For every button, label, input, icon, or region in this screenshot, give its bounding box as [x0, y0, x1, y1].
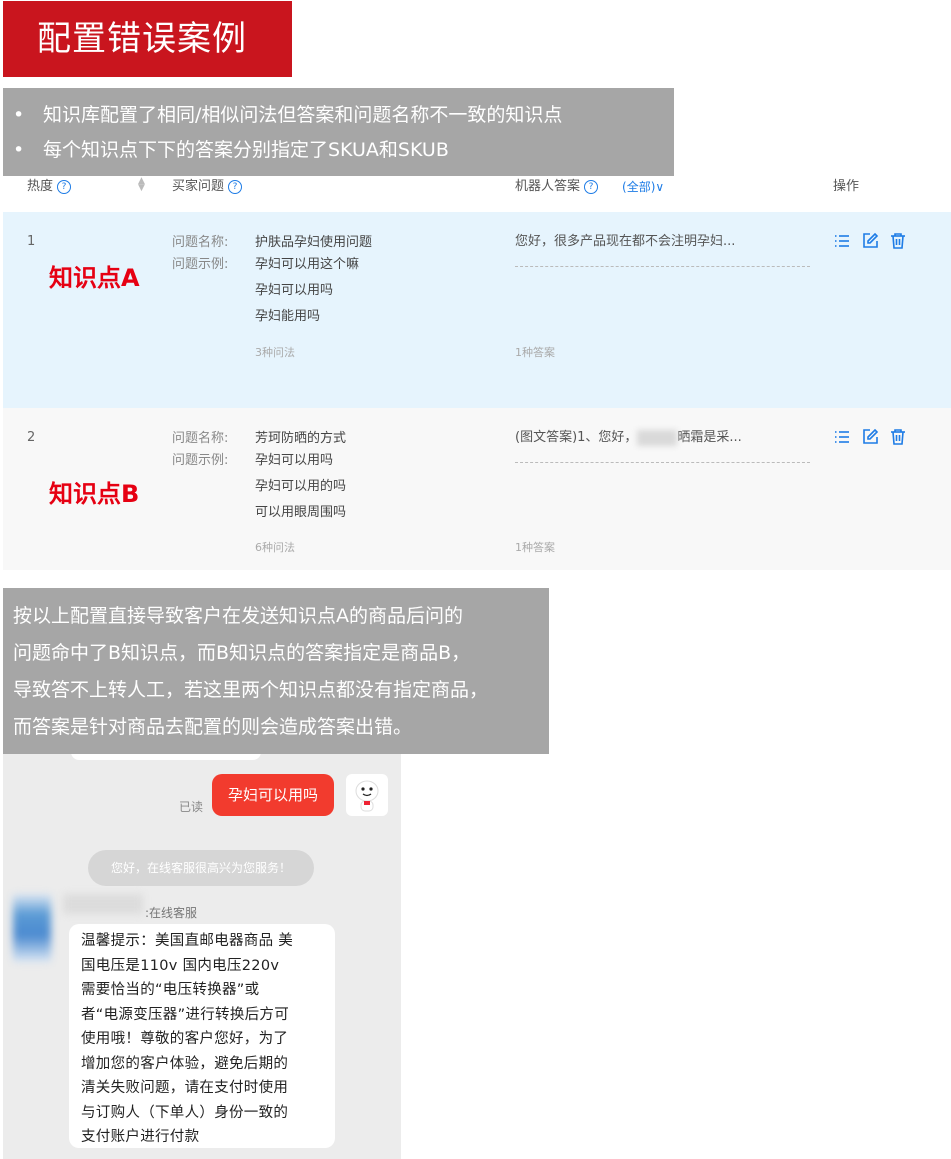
- note-item: • 每个知识点下下的答案分别指定了SKUA和SKUB: [13, 133, 674, 168]
- knowledge-point-tag: 知识点B: [49, 480, 140, 508]
- question-values: 芳珂防晒的方式 孕妇可以用吗 孕妇可以用的吗 可以用眼周围吗: [255, 428, 346, 528]
- read-receipt: 已读: [179, 800, 204, 814]
- notes-box: • 知识库配置了相同/相似问法但答案和问题名称不一致的知识点 • 每个知识点下下…: [3, 88, 674, 176]
- heat-header[interactable]: 热度 ?: [27, 177, 72, 197]
- agent-message-line: 清关失败问题，请在支付时使用: [81, 1080, 289, 1096]
- edit-icon[interactable]: [861, 428, 879, 446]
- help-icon[interactable]: ?: [584, 180, 599, 194]
- edit-icon[interactable]: [861, 232, 879, 250]
- answer-divider: [515, 462, 810, 463]
- question-labels: 问题名称: 问题示例:: [172, 232, 228, 276]
- question-name: 芳珂防晒的方式: [255, 431, 347, 446]
- row-heat: 2: [27, 430, 36, 445]
- question-count[interactable]: 6种问法: [255, 539, 295, 555]
- mascot-icon: [355, 780, 379, 812]
- question-example: 孕妇可以用吗: [255, 283, 334, 298]
- question-name-label: 问题名称:: [172, 235, 229, 250]
- agent-message-line: 使用哦！尊敬的客户您好，为了: [81, 1031, 289, 1047]
- robot-answer[interactable]: 您好，很多产品现在都不会注明孕妇...: [515, 232, 810, 252]
- question-example: 孕妇可以用这个嘛: [255, 257, 360, 272]
- agent-name: :在线客服: [145, 906, 198, 920]
- table-header: 热度 ? ▲ ▼ 买家问题 ? 机器人答案 ? (全部)∨ 操作: [3, 176, 951, 212]
- previous-message-bubble: [71, 754, 261, 760]
- list-icon[interactable]: [833, 232, 851, 250]
- system-message: 您好，在线客服很高兴为您服务！: [88, 850, 314, 886]
- heat-header-label: 热度: [27, 179, 54, 194]
- note-text: 知识库配置了相同/相似问法但答案和问题名称不一致的知识点: [43, 104, 563, 126]
- table-row: 1 知识点A 问题名称: 问题示例: 护肤品孕妇使用问题 孕妇可以用这个嘛 孕妇…: [3, 212, 951, 408]
- knowledge-point-tag: 知识点A: [49, 264, 140, 292]
- question-example: 孕妇能用吗: [255, 309, 321, 324]
- row-actions: [833, 232, 907, 250]
- question-header: 买家问题 ?: [172, 177, 243, 197]
- answer-count[interactable]: 1种答案: [515, 344, 555, 360]
- question-example: 孕妇可以用的吗: [255, 479, 347, 494]
- redacted-agent-name: [63, 894, 143, 914]
- note-item: • 知识库配置了相同/相似问法但答案和问题名称不一致的知识点: [13, 98, 674, 133]
- agent-message-line: 与订购人（下单人）身份一致的: [81, 1104, 289, 1121]
- answer-filter-dropdown[interactable]: (全部)∨: [622, 177, 664, 197]
- robot-answer[interactable]: (图文答案)1、您好， 晒霜是采...: [515, 428, 810, 448]
- row-actions: [833, 428, 907, 446]
- delete-icon[interactable]: [889, 428, 907, 446]
- agent-message-bubble: 温馨提示：美国直邮电器商品 美 国电压是110v 国内电压220v 需要恰当的“…: [69, 924, 335, 1148]
- help-icon[interactable]: ?: [57, 180, 72, 194]
- user-message-bubble: 孕妇可以用吗: [212, 774, 334, 816]
- agent-message-line: 温馨提示：美国直邮电器商品 美: [81, 933, 294, 949]
- question-example: 孕妇可以用吗: [255, 453, 334, 468]
- help-icon[interactable]: ?: [228, 180, 243, 194]
- agent-message-line: 增加您的客户体验，避免后期的: [81, 1055, 289, 1072]
- page-title: 配置错误案例: [3, 1, 292, 77]
- answer-count[interactable]: 1种答案: [515, 539, 555, 555]
- explanation-line: 问题命中了B知识点，而B知识点的答案指定是商品B，: [13, 642, 471, 664]
- agent-message-line: 者“电源变压器”进行转换后方可: [81, 1006, 290, 1023]
- agent-message-line: 支付账户进行付款: [81, 1129, 200, 1145]
- question-example-label: 问题示例:: [172, 453, 229, 468]
- bullet: •: [13, 104, 25, 126]
- question-example-label: 问题示例:: [172, 257, 229, 272]
- question-name-label: 问题名称:: [172, 431, 229, 446]
- explanation-line: 按以上配置直接导致客户在发送知识点A的商品后问的: [13, 605, 463, 627]
- answer-header-label: 机器人答案: [515, 179, 581, 194]
- question-name: 护肤品孕妇使用问题: [255, 235, 373, 250]
- agent-avatar-icon: [13, 894, 51, 962]
- question-example: 可以用眼周围吗: [255, 505, 347, 520]
- ops-header: 操作: [833, 177, 859, 197]
- explanation-line: 导致答不上转人工，若这里两个知识点都没有指定商品，: [13, 679, 489, 701]
- delete-icon[interactable]: [889, 232, 907, 250]
- agent-message-line: 需要恰当的“电压转换器”或: [81, 982, 260, 998]
- chat-window: 已读 孕妇可以用吗 您好，在线客服很高兴为您服务！ :在线客服 温馨提示：美国直…: [3, 754, 401, 1159]
- answer-header: 机器人答案 ? (全部)∨: [515, 177, 664, 197]
- chevron-down-icon: ∨: [655, 180, 665, 194]
- ops-header-label: 操作: [833, 179, 860, 194]
- table-row: 2 知识点B 问题名称: 问题示例: 芳珂防晒的方式 孕妇可以用吗 孕妇可以用的…: [3, 408, 951, 570]
- explanation-line: 而答案是针对商品去配置的则会造成答案出错。: [13, 716, 413, 738]
- answer-divider: [515, 266, 810, 267]
- sort-icon[interactable]: ▲ ▼: [138, 177, 145, 193]
- question-values: 护肤品孕妇使用问题 孕妇可以用这个嘛 孕妇可以用吗 孕妇能用吗: [255, 232, 372, 332]
- question-labels: 问题名称: 问题示例:: [172, 428, 228, 472]
- question-header-label: 买家问题: [172, 179, 225, 194]
- agent-message-line: 国电压是110v 国内电压220v: [81, 957, 280, 974]
- user-avatar-icon: [346, 774, 388, 816]
- bullet: •: [13, 139, 25, 161]
- explanation-box: 按以上配置直接导致客户在发送知识点A的商品后问的 问题命中了B知识点，而B知识点…: [3, 588, 549, 754]
- redacted-text: [637, 429, 678, 446]
- note-text: 每个知识点下下的答案分别指定了SKUA和SKUB: [43, 139, 449, 161]
- list-icon[interactable]: [833, 428, 851, 446]
- row-heat: 1: [27, 234, 36, 249]
- question-count[interactable]: 3种问法: [255, 344, 295, 360]
